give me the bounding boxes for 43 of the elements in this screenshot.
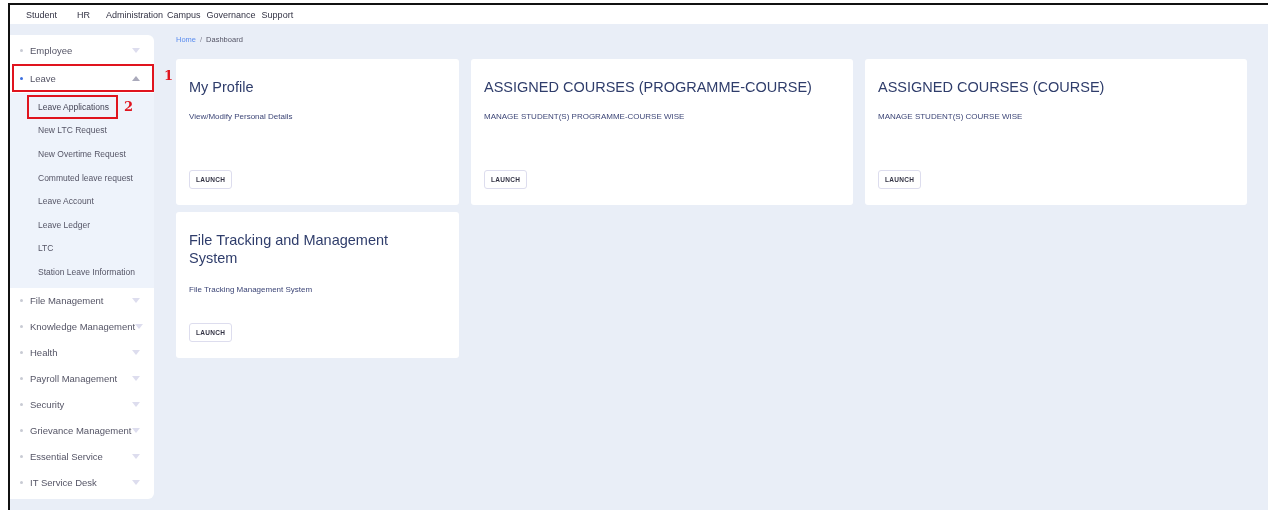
sidebar-item[interactable]: Payroll Management (10, 365, 154, 392)
nav-link[interactable]: Support (261, 9, 294, 20)
sidebar-item[interactable]: File Management (10, 287, 154, 314)
card-title: File Tracking and Management System (189, 231, 390, 267)
card-title: My Profile (189, 78, 255, 96)
caret-down-icon (132, 480, 140, 486)
card-description: File Tracking Management System (189, 285, 314, 294)
sidebar-item[interactable]: Health (10, 339, 154, 366)
submenu-item[interactable]: Leave Applications (29, 96, 116, 117)
card-description: MANAGE STUDENT(S) COURSE WISE (878, 112, 1024, 121)
card-title: ASSIGNED COURSES (COURSE) (878, 78, 1106, 96)
caret-down-icon (135, 324, 144, 330)
caret-down-icon (132, 350, 140, 356)
caret-down-icon (132, 47, 140, 53)
caret-down-icon (132, 298, 140, 304)
sidebar-item[interactable]: Employee (10, 37, 154, 63)
caret-up-icon (132, 75, 140, 81)
caret-down-icon (132, 376, 140, 382)
nav-link[interactable]: Governance (206, 9, 256, 20)
submenu-item[interactable]: New LTC Request (38, 125, 107, 136)
card-title: ASSIGNED COURSES (PROGRAMME-COURSE) (484, 78, 813, 96)
submenu-item[interactable]: Station Leave Information (38, 266, 135, 277)
sidebar-item[interactable]: Grievance Management (10, 417, 154, 444)
nav-link[interactable]: Campus (167, 9, 201, 20)
caret-down-icon (132, 402, 140, 408)
submenu-item[interactable]: Leave Account (38, 196, 94, 207)
caret-down-icon (132, 428, 140, 434)
sidebar-item[interactable]: IT Service Desk (10, 469, 154, 496)
submenu-item[interactable]: New Overtime Request (38, 149, 126, 159)
sidebar-item[interactable]: Security (10, 391, 154, 418)
callout-number: 2 (123, 99, 133, 115)
submenu-item[interactable]: LTC (38, 243, 54, 254)
nav-link[interactable]: HR (77, 9, 91, 20)
sidebar-item[interactable]: Knowledge Management (10, 313, 154, 340)
callout-number: 1 (164, 68, 174, 83)
caret-down-icon (132, 454, 140, 460)
nav-link[interactable]: Administration (106, 9, 164, 20)
card-description: MANAGE STUDENT(S) PROGRAMME-COURSE WISE (484, 112, 686, 121)
sidebar-item[interactable]: Essential Service (10, 443, 154, 470)
card-description: View/Modify Personal Details (189, 112, 294, 121)
submenu-item[interactable]: Leave Ledger (38, 219, 90, 230)
submenu-item[interactable]: Commuted leave request (38, 172, 133, 183)
nav-link[interactable]: Student (26, 9, 58, 20)
